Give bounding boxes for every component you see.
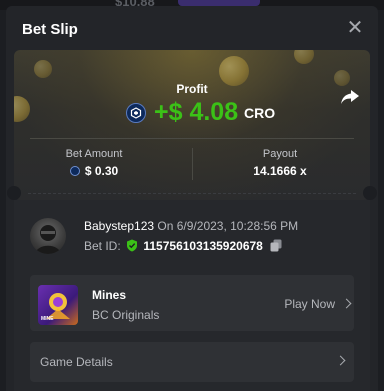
decorative-coin xyxy=(34,60,52,78)
profit-value: +$ 4.08 xyxy=(154,98,239,126)
play-now-link[interactable]: Play Now xyxy=(284,297,352,311)
game-card[interactable]: MINE Mines BC Originals Play Now xyxy=(30,275,354,331)
profit-label: Profit xyxy=(176,82,208,96)
bet-timestamp: On 6/9/2023, 10:28:56 PM xyxy=(157,219,299,233)
play-now-label: Play Now xyxy=(284,297,335,311)
bet-amount-value: $ 0.30 xyxy=(84,164,119,178)
profit-currency: CRO xyxy=(244,105,276,121)
game-thumbnail: MINE xyxy=(38,285,78,325)
game-name: Mines xyxy=(92,288,127,302)
profit-divider xyxy=(30,138,354,139)
profit-card: Profit +$ 4.08 CRO Bet Amount $ 0.30 Pay… xyxy=(14,50,370,200)
profit-row: +$ 4.08 CRO xyxy=(14,98,370,128)
modal-title: Bet Slip xyxy=(22,21,78,38)
game-thumbnail-label: MINE xyxy=(41,316,54,322)
username[interactable]: Babystep123 xyxy=(84,219,154,233)
bet-id-value: 115756103135920678 xyxy=(143,239,263,253)
copy-icon[interactable] xyxy=(270,239,282,255)
bet-id-label: Bet ID: xyxy=(84,239,121,253)
chevron-right-icon xyxy=(341,298,352,309)
game-details-label: Game Details xyxy=(40,355,113,369)
share-icon[interactable] xyxy=(340,88,360,106)
stats-divider xyxy=(192,148,193,180)
payout-label: Payout xyxy=(262,148,298,160)
ticket-notch-right xyxy=(363,186,377,200)
cro-coin-icon xyxy=(69,166,80,176)
avatar[interactable] xyxy=(30,218,66,254)
shield-check-icon xyxy=(126,239,138,255)
decorative-coin xyxy=(294,50,314,64)
ticket-notch-left xyxy=(7,186,21,200)
cro-coin-icon xyxy=(126,103,146,123)
modal-header: Bet Slip ✕ xyxy=(6,6,378,50)
game-details-row[interactable]: Game Details xyxy=(30,342,354,382)
bet-slip-modal: Bet Slip ✕ Profit +$ 4.08 CRO Bet Amount… xyxy=(6,6,378,391)
bet-amount-value-wrap: $ 0.30 xyxy=(14,164,174,178)
bet-amount-label: Bet Amount xyxy=(65,148,123,160)
bet-id-line: Bet ID: 115756103135920678 xyxy=(84,239,282,255)
user-line: Babystep123 On 6/9/2023, 10:28:56 PM xyxy=(84,219,298,233)
ticket-tear-line xyxy=(28,193,356,194)
close-icon[interactable]: ✕ xyxy=(344,17,366,39)
chevron-right-icon xyxy=(335,355,346,366)
payout-value: 14.1666 x xyxy=(253,164,307,178)
game-provider: BC Originals xyxy=(92,308,160,322)
